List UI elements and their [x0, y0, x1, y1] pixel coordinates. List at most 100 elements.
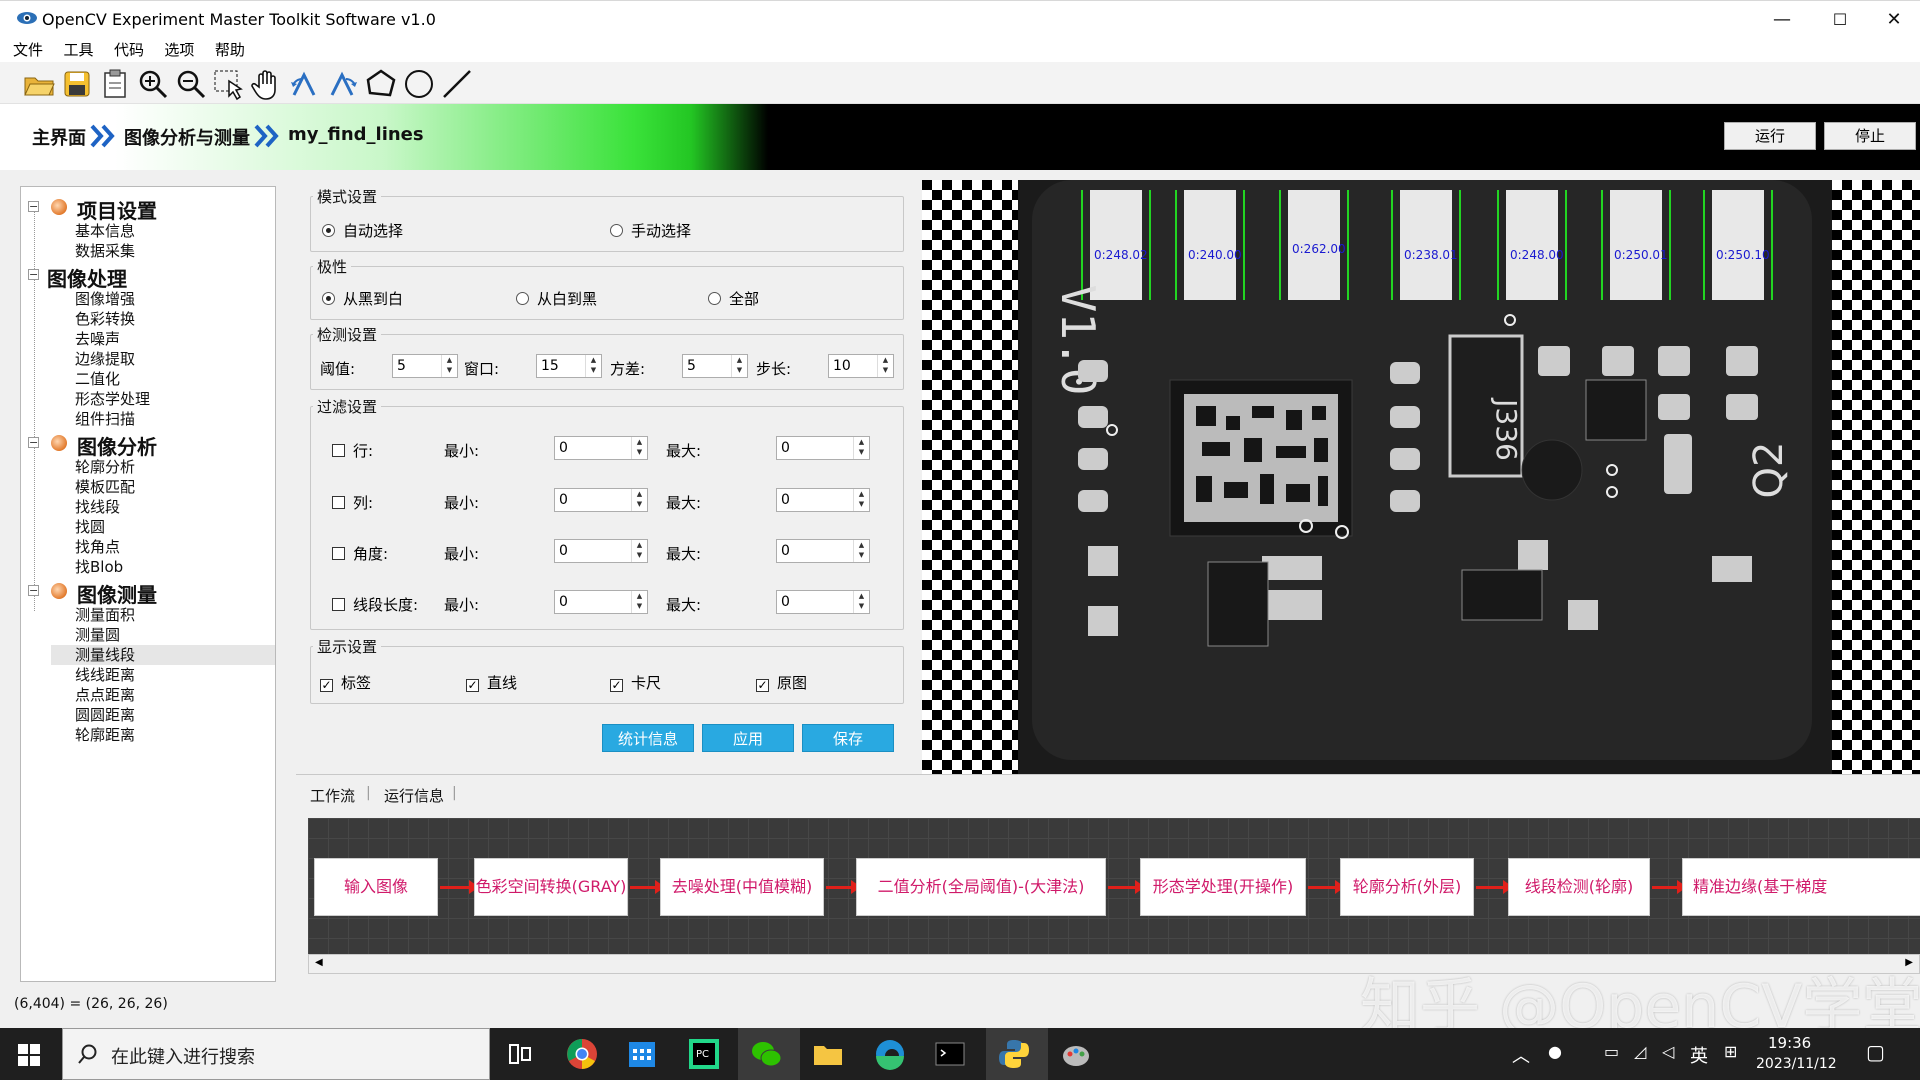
- terminal-icon[interactable]: [932, 1036, 968, 1072]
- window-stepper[interactable]: 15 ▲ ▼: [536, 354, 602, 378]
- stop-button[interactable]: 停止: [1824, 122, 1916, 150]
- tree-item[interactable]: 数据采集: [75, 241, 135, 261]
- tree-item[interactable]: 二值化: [75, 369, 120, 389]
- spin-arrows-icon[interactable]: ▲ ▼: [731, 355, 747, 377]
- menu-options[interactable]: 选项: [161, 38, 197, 62]
- network-icon[interactable]: ◿: [1634, 1042, 1646, 1061]
- tree-item[interactable]: 圆圆距离: [75, 705, 135, 725]
- maximize-button[interactable]: ☐: [1812, 1, 1868, 39]
- save-button[interactable]: 保存: [802, 724, 894, 752]
- spin-arrows-icon[interactable]: ▲ ▼: [631, 540, 647, 562]
- save-icon[interactable]: [60, 67, 94, 101]
- pan-hand-icon[interactable]: [250, 67, 284, 101]
- tree-item[interactable]: 轮廓分析: [75, 457, 135, 477]
- polygon-icon[interactable]: [364, 67, 398, 101]
- tree-item[interactable]: 组件扫描: [75, 409, 135, 429]
- tree-item[interactable]: 找角点: [75, 537, 120, 557]
- run-button[interactable]: 运行: [1724, 122, 1816, 150]
- spin-arrows-icon[interactable]: ▲ ▼: [585, 355, 601, 377]
- show-line-checkbox[interactable]: ✓ 直线: [466, 672, 517, 693]
- notification-icon[interactable]: ▢: [1866, 1040, 1885, 1064]
- breadcrumb-analysis[interactable]: 图像分析与测量: [124, 124, 250, 150]
- rotate-right-icon[interactable]: [326, 67, 360, 101]
- paint-icon[interactable]: [1058, 1036, 1094, 1072]
- tree-item[interactable]: 色彩转换: [75, 309, 135, 329]
- collapse-icon[interactable]: −: [28, 585, 39, 596]
- tree-item[interactable]: 模板匹配: [75, 477, 135, 497]
- menu-help[interactable]: 帮助: [212, 38, 248, 62]
- workflow-node[interactable]: 线段检测(轮廓): [1508, 858, 1650, 916]
- mode-auto-radio[interactable]: 自动选择: [322, 220, 403, 241]
- threshold-stepper[interactable]: 5 ▲ ▼: [392, 354, 458, 378]
- workflow-node[interactable]: 去噪处理(中值模糊): [660, 858, 824, 916]
- clock-date[interactable]: 2023/11/12: [1756, 1056, 1837, 1072]
- col-min-stepper[interactable]: 0 ▲ ▼: [554, 488, 648, 512]
- tree-item[interactable]: 去噪声: [75, 329, 120, 349]
- menu-code[interactable]: 代码: [111, 38, 147, 62]
- calendar-icon[interactable]: [624, 1036, 660, 1072]
- filter-col-checkbox[interactable]: 列:: [332, 492, 373, 513]
- spin-arrows-icon[interactable]: ▲ ▼: [853, 591, 869, 613]
- spin-arrows-icon[interactable]: ▲ ▼: [631, 489, 647, 511]
- spin-arrows-icon[interactable]: ▲ ▼: [853, 437, 869, 459]
- collapse-icon[interactable]: −: [28, 437, 39, 448]
- chevron-up-icon[interactable]: ︿: [1512, 1042, 1530, 1068]
- workflow-node[interactable]: 轮廓分析(外层): [1340, 858, 1474, 916]
- filter-row-checkbox[interactable]: 行:: [332, 440, 373, 461]
- tree-item[interactable]: 基本信息: [75, 221, 135, 241]
- file-explorer-icon[interactable]: [810, 1036, 846, 1072]
- collapse-icon[interactable]: −: [28, 269, 39, 280]
- close-button[interactable]: ✕: [1866, 1, 1920, 39]
- workflow-node[interactable]: 精准边缘(基于梯度: [1682, 858, 1920, 916]
- zoom-in-icon[interactable]: [136, 67, 170, 101]
- workflow-node[interactable]: 形态学处理(开操作): [1140, 858, 1306, 916]
- filter-angle-checkbox[interactable]: 角度:: [332, 543, 388, 564]
- menu-file[interactable]: 文件: [10, 38, 46, 62]
- step-stepper[interactable]: 10 ▲ ▼: [828, 354, 894, 378]
- tree-item[interactable]: 图像增强: [75, 289, 135, 309]
- length-min-stepper[interactable]: 0 ▲ ▼: [554, 590, 648, 614]
- tree-item[interactable]: 测量圆: [75, 625, 120, 645]
- chrome-icon[interactable]: [564, 1036, 600, 1072]
- menu-tools[interactable]: 工具: [60, 38, 96, 62]
- pycharm-icon[interactable]: PC: [686, 1036, 722, 1072]
- tree-item[interactable]: 边缘提取: [75, 349, 135, 369]
- filter-length-checkbox[interactable]: 线段长度:: [332, 594, 418, 615]
- python-icon[interactable]: [996, 1036, 1032, 1072]
- taskbar-search[interactable]: 在此键入进行搜索: [62, 1028, 490, 1080]
- row-min-stepper[interactable]: 0 ▲ ▼: [554, 436, 648, 460]
- spin-arrows-icon[interactable]: ▲ ▼: [853, 540, 869, 562]
- select-pointer-icon[interactable]: [212, 67, 246, 101]
- volume-icon[interactable]: ◁: [1662, 1042, 1674, 1061]
- tree-item[interactable]: 测量面积: [75, 605, 135, 625]
- task-view-icon[interactable]: [502, 1036, 538, 1072]
- spin-arrows-icon[interactable]: ▲ ▼: [853, 489, 869, 511]
- antivirus-tray-icon[interactable]: ●: [1548, 1042, 1562, 1061]
- tree-item[interactable]: 线线距离: [75, 665, 135, 685]
- apply-button[interactable]: 应用: [702, 724, 794, 752]
- zoom-out-icon[interactable]: [174, 67, 208, 101]
- polarity-all-radio[interactable]: 全部: [708, 288, 759, 309]
- polarity-white-black-radio[interactable]: 从白到黑: [516, 288, 597, 309]
- breadcrumb-home[interactable]: 主界面: [32, 124, 86, 150]
- tree-item-selected[interactable]: 测量线段: [51, 645, 275, 665]
- pcb-image[interactable]: 0:248.02 0:240.00 0:262.00 0:238.01 0:24…: [922, 180, 1920, 774]
- windows-start-icon[interactable]: [18, 1044, 40, 1066]
- row-max-stepper[interactable]: 0 ▲ ▼: [776, 436, 870, 460]
- minimize-button[interactable]: —: [1754, 1, 1810, 39]
- scroll-left-icon[interactable]: ◀: [315, 957, 323, 968]
- clock-time[interactable]: 19:36: [1768, 1034, 1811, 1052]
- open-folder-icon[interactable]: [22, 67, 56, 101]
- spin-arrows-icon[interactable]: ▲ ▼: [441, 355, 457, 377]
- mode-manual-radio[interactable]: 手动选择: [610, 220, 691, 241]
- spin-arrows-icon[interactable]: ▲ ▼: [877, 355, 893, 377]
- tree-item[interactable]: 轮廓距离: [75, 725, 135, 745]
- tree-item[interactable]: 点点距离: [75, 685, 135, 705]
- stats-button[interactable]: 统计信息: [602, 724, 694, 752]
- ime-layout-icon[interactable]: ⊞: [1724, 1042, 1737, 1061]
- workflow-node[interactable]: 色彩空间转换(GRAY): [474, 858, 628, 916]
- angle-max-stepper[interactable]: 0 ▲ ▼: [776, 539, 870, 563]
- col-max-stepper[interactable]: 0 ▲ ▼: [776, 488, 870, 512]
- length-max-stepper[interactable]: 0 ▲ ▼: [776, 590, 870, 614]
- tab-workflow[interactable]: 工作流: [310, 785, 355, 806]
